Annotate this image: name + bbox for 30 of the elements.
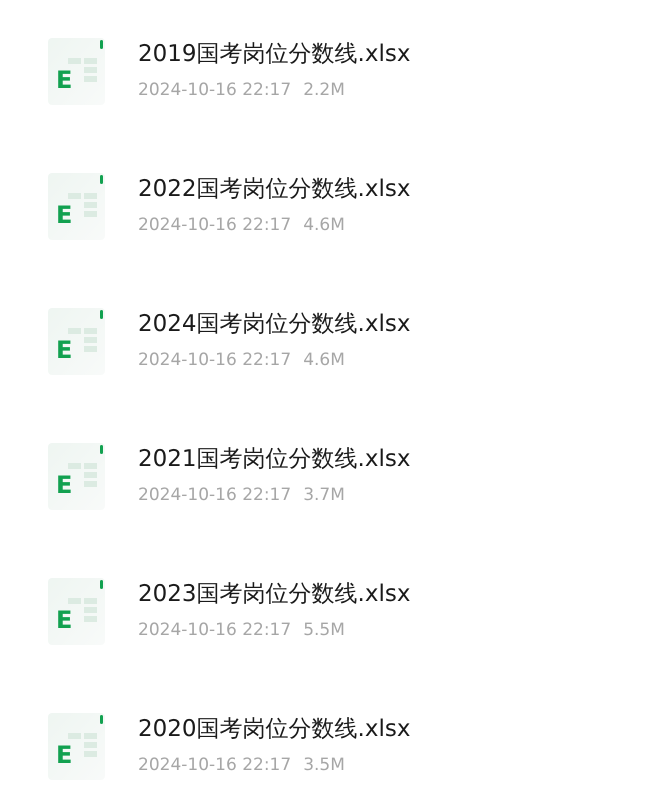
spreadsheet-file-icon: E — [48, 38, 105, 105]
file-row[interactable]: E 2024国考岗位分数线.xlsx 2024-10-16 22:17 4.6M — [0, 308, 654, 375]
file-row[interactable]: E 2023国考岗位分数线.xlsx 2024-10-16 22:17 5.5M — [0, 578, 654, 645]
file-date: 2024-10-16 22:17 — [138, 349, 292, 371]
file-size: 4.6M — [303, 349, 345, 371]
file-size: 2.2M — [303, 79, 345, 101]
spreadsheet-file-icon: E — [48, 173, 105, 240]
file-name: 2020国考岗位分数线.xlsx — [138, 715, 410, 744]
file-name: 2023国考岗位分数线.xlsx — [138, 580, 410, 609]
file-name: 2024国考岗位分数线.xlsx — [138, 310, 410, 339]
file-date: 2024-10-16 22:17 — [138, 214, 292, 236]
file-row[interactable]: E 2021国考岗位分数线.xlsx 2024-10-16 22:17 3.7M — [0, 443, 654, 510]
file-date: 2024-10-16 22:17 — [138, 484, 292, 506]
spreadsheet-file-icon: E — [48, 443, 105, 510]
file-row[interactable]: E 2022国考岗位分数线.xlsx 2024-10-16 22:17 4.6M — [0, 173, 654, 240]
spreadsheet-file-icon: E — [48, 578, 105, 645]
file-date: 2024-10-16 22:17 — [138, 754, 292, 776]
spreadsheet-file-icon: E — [48, 713, 105, 780]
file-row[interactable]: E 2020国考岗位分数线.xlsx 2024-10-16 22:17 3.5M — [0, 713, 654, 780]
file-date: 2024-10-16 22:17 — [138, 619, 292, 641]
spreadsheet-file-icon: E — [48, 308, 105, 375]
file-size: 4.6M — [303, 214, 345, 236]
file-name: 2021国考岗位分数线.xlsx — [138, 445, 410, 474]
file-name: 2022国考岗位分数线.xlsx — [138, 175, 410, 204]
file-row[interactable]: E 2019国考岗位分数线.xlsx 2024-10-16 22:17 2.2M — [0, 38, 654, 105]
file-size: 3.5M — [303, 754, 345, 776]
file-size: 5.5M — [303, 619, 345, 641]
file-size: 3.7M — [303, 484, 345, 506]
file-name: 2019国考岗位分数线.xlsx — [138, 40, 410, 69]
file-date: 2024-10-16 22:17 — [138, 79, 292, 101]
